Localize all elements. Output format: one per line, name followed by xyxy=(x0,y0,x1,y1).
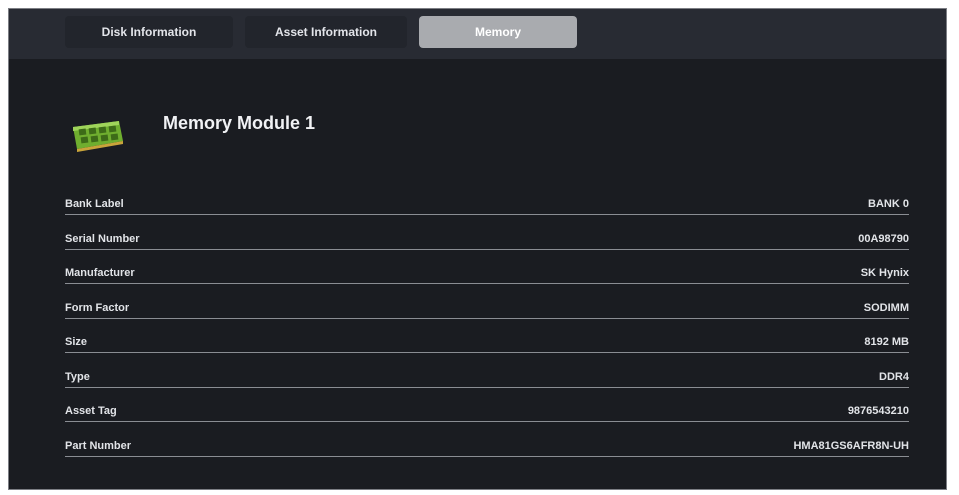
property-row-part-number: Part Number HMA81GS6AFR8N-UH xyxy=(65,431,909,466)
property-label: Serial Number xyxy=(65,232,140,245)
property-value: HMA81GS6AFR8N-UH xyxy=(793,439,909,452)
property-row-manufacturer: Manufacturer SK Hynix xyxy=(65,258,909,293)
property-label: Form Factor xyxy=(65,301,130,314)
property-row-type: Type DDR4 xyxy=(65,362,909,397)
property-label: Asset Tag xyxy=(65,405,117,417)
property-row-bank-label: Bank Label BANK 0 xyxy=(65,189,909,224)
property-value: DDR4 xyxy=(879,370,909,383)
property-value: BANK 0 xyxy=(868,198,909,210)
tab-disk-information[interactable]: Disk Information xyxy=(65,16,233,48)
tab-asset-information[interactable]: Asset Information xyxy=(245,16,407,48)
property-row-form-factor: Form Factor SODIMM xyxy=(65,293,909,328)
property-label: Size xyxy=(65,336,88,348)
property-list: Bank Label BANK 0 Serial Number 00A98790… xyxy=(65,189,909,465)
row-divider xyxy=(65,283,909,284)
property-value: SODIMM xyxy=(863,301,909,314)
property-row-size: Size 8192 MB xyxy=(65,327,909,362)
module-title: Memory Module 1 xyxy=(163,113,316,133)
property-label: Type xyxy=(65,370,90,383)
property-value: 9876543210 xyxy=(847,405,909,417)
property-row-asset-tag: Asset Tag 9876543210 xyxy=(65,396,909,431)
tab-bar: Disk Information Asset Information Memor… xyxy=(9,9,946,59)
row-divider xyxy=(65,455,909,457)
property-label: Bank Label xyxy=(65,198,124,210)
memory-window: Disk Information Asset Information Memor… xyxy=(8,8,947,490)
property-value: 00A98790 xyxy=(858,232,909,245)
row-divider xyxy=(65,248,909,250)
row-divider xyxy=(65,352,909,353)
row-divider xyxy=(65,317,909,319)
property-label: Part Number xyxy=(65,439,132,452)
tab-memory[interactable]: Memory xyxy=(419,16,577,48)
row-divider xyxy=(65,214,909,215)
property-value: 8192 MB xyxy=(864,336,909,348)
row-divider xyxy=(65,421,909,422)
property-row-serial-number: Serial Number 00A98790 xyxy=(65,224,909,259)
property-value: SK Hynix xyxy=(860,267,909,279)
property-label: Manufacturer xyxy=(65,267,135,279)
ram-module-icon xyxy=(73,121,123,152)
row-divider xyxy=(65,386,909,388)
